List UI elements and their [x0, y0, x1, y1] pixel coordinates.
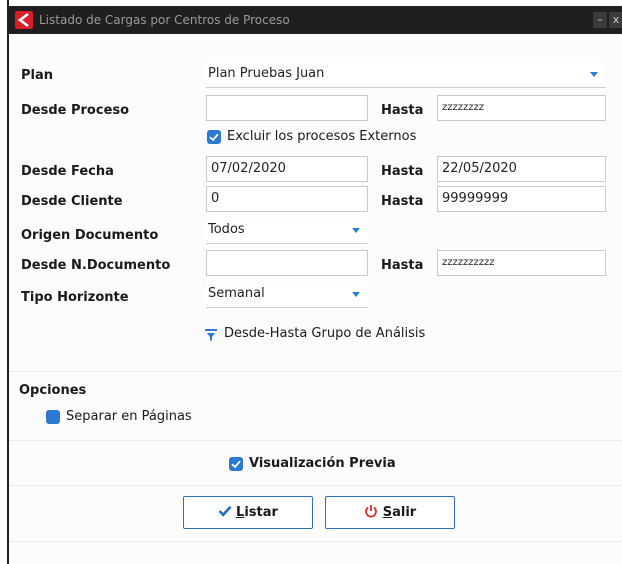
hasta-fecha-input[interactable]: 22/05/2020	[437, 156, 606, 182]
divider	[9, 440, 622, 441]
minimize-button[interactable]: –	[593, 12, 607, 28]
tipo-horizonte-value: Semanal	[208, 286, 265, 301]
hasta-cliente-label: Hasta	[381, 194, 424, 209]
desde-proceso-label: Desde Proceso	[21, 103, 130, 118]
desde-fecha-label: Desde Fecha	[21, 164, 114, 179]
checkmark-icon	[218, 505, 232, 517]
separar-paginas-label: Separar en Páginas	[66, 409, 192, 424]
excluir-externos-checkbox[interactable]	[207, 130, 221, 144]
desde-fecha-input[interactable]: 07/02/2020	[206, 156, 368, 182]
visualizacion-previa-label: Visualización Previa	[249, 456, 396, 471]
checkmark-icon	[209, 133, 219, 142]
desde-documento-label: Desde N.Documento	[21, 258, 171, 273]
hasta-fecha-label: Hasta	[381, 164, 424, 179]
hasta-cliente-input[interactable]: 99999999	[437, 186, 606, 212]
salir-mnemonic: S	[382, 505, 393, 520]
checkmark-icon	[231, 460, 241, 469]
excluir-externos-label: Excluir los procesos Externos	[227, 129, 417, 144]
power-icon	[364, 505, 377, 518]
chevron-down-icon	[352, 228, 360, 233]
plan-select[interactable]: Plan Pruebas Juan	[206, 62, 606, 88]
origen-documento-select[interactable]: Todos	[206, 218, 368, 244]
desde-cliente-input[interactable]: 0	[206, 186, 368, 212]
salir-button[interactable]: Salir	[325, 496, 455, 529]
chevron-down-icon	[352, 292, 360, 297]
divider	[9, 541, 622, 542]
filter-icon	[205, 329, 217, 341]
title-bar[interactable]: Listado de Cargas por Centros de Proceso…	[9, 6, 622, 34]
origen-documento-label: Origen Documento	[21, 228, 159, 243]
plan-value: Plan Pruebas Juan	[208, 66, 325, 81]
hasta-documento-input[interactable]: zzzzzzzzzz	[437, 250, 606, 276]
divider	[9, 485, 622, 486]
chevron-down-icon	[590, 72, 598, 77]
desde-cliente-label: Desde Cliente	[21, 194, 123, 209]
visualizacion-previa-checkbox[interactable]	[229, 457, 243, 471]
desde-documento-input[interactable]	[206, 250, 368, 276]
plan-label: Plan	[21, 68, 54, 83]
app-logo-icon	[15, 11, 33, 29]
dialog-content: Plan Plan Pruebas Juan Desde Proceso Has…	[9, 34, 622, 564]
window-title: Listado de Cargas por Centros de Proceso	[39, 13, 290, 27]
hasta-documento-label: Hasta	[381, 258, 424, 273]
hasta-proceso-input[interactable]: zzzzzzzz	[437, 95, 606, 121]
window-edge	[0, 0, 9, 564]
dialog-window: Listado de Cargas por Centros de Proceso…	[0, 0, 622, 564]
salir-label: alir	[392, 505, 417, 520]
tipo-horizonte-label: Tipo Horizonte	[21, 290, 129, 305]
tipo-horizonte-select[interactable]: Semanal	[206, 282, 368, 308]
desde-proceso-input[interactable]	[206, 95, 368, 121]
hasta-proceso-label: Hasta	[381, 103, 424, 118]
origen-documento-value: Todos	[208, 222, 245, 237]
grupo-analisis-label: Desde-Hasta Grupo de Análisis	[224, 326, 426, 341]
opciones-heading: Opciones	[19, 383, 87, 398]
close-button[interactable]: x	[609, 12, 622, 28]
divider	[9, 371, 622, 372]
listar-label: istar	[244, 505, 278, 520]
listar-button[interactable]: Listar	[183, 496, 313, 529]
separar-paginas-checkbox[interactable]	[46, 410, 60, 424]
